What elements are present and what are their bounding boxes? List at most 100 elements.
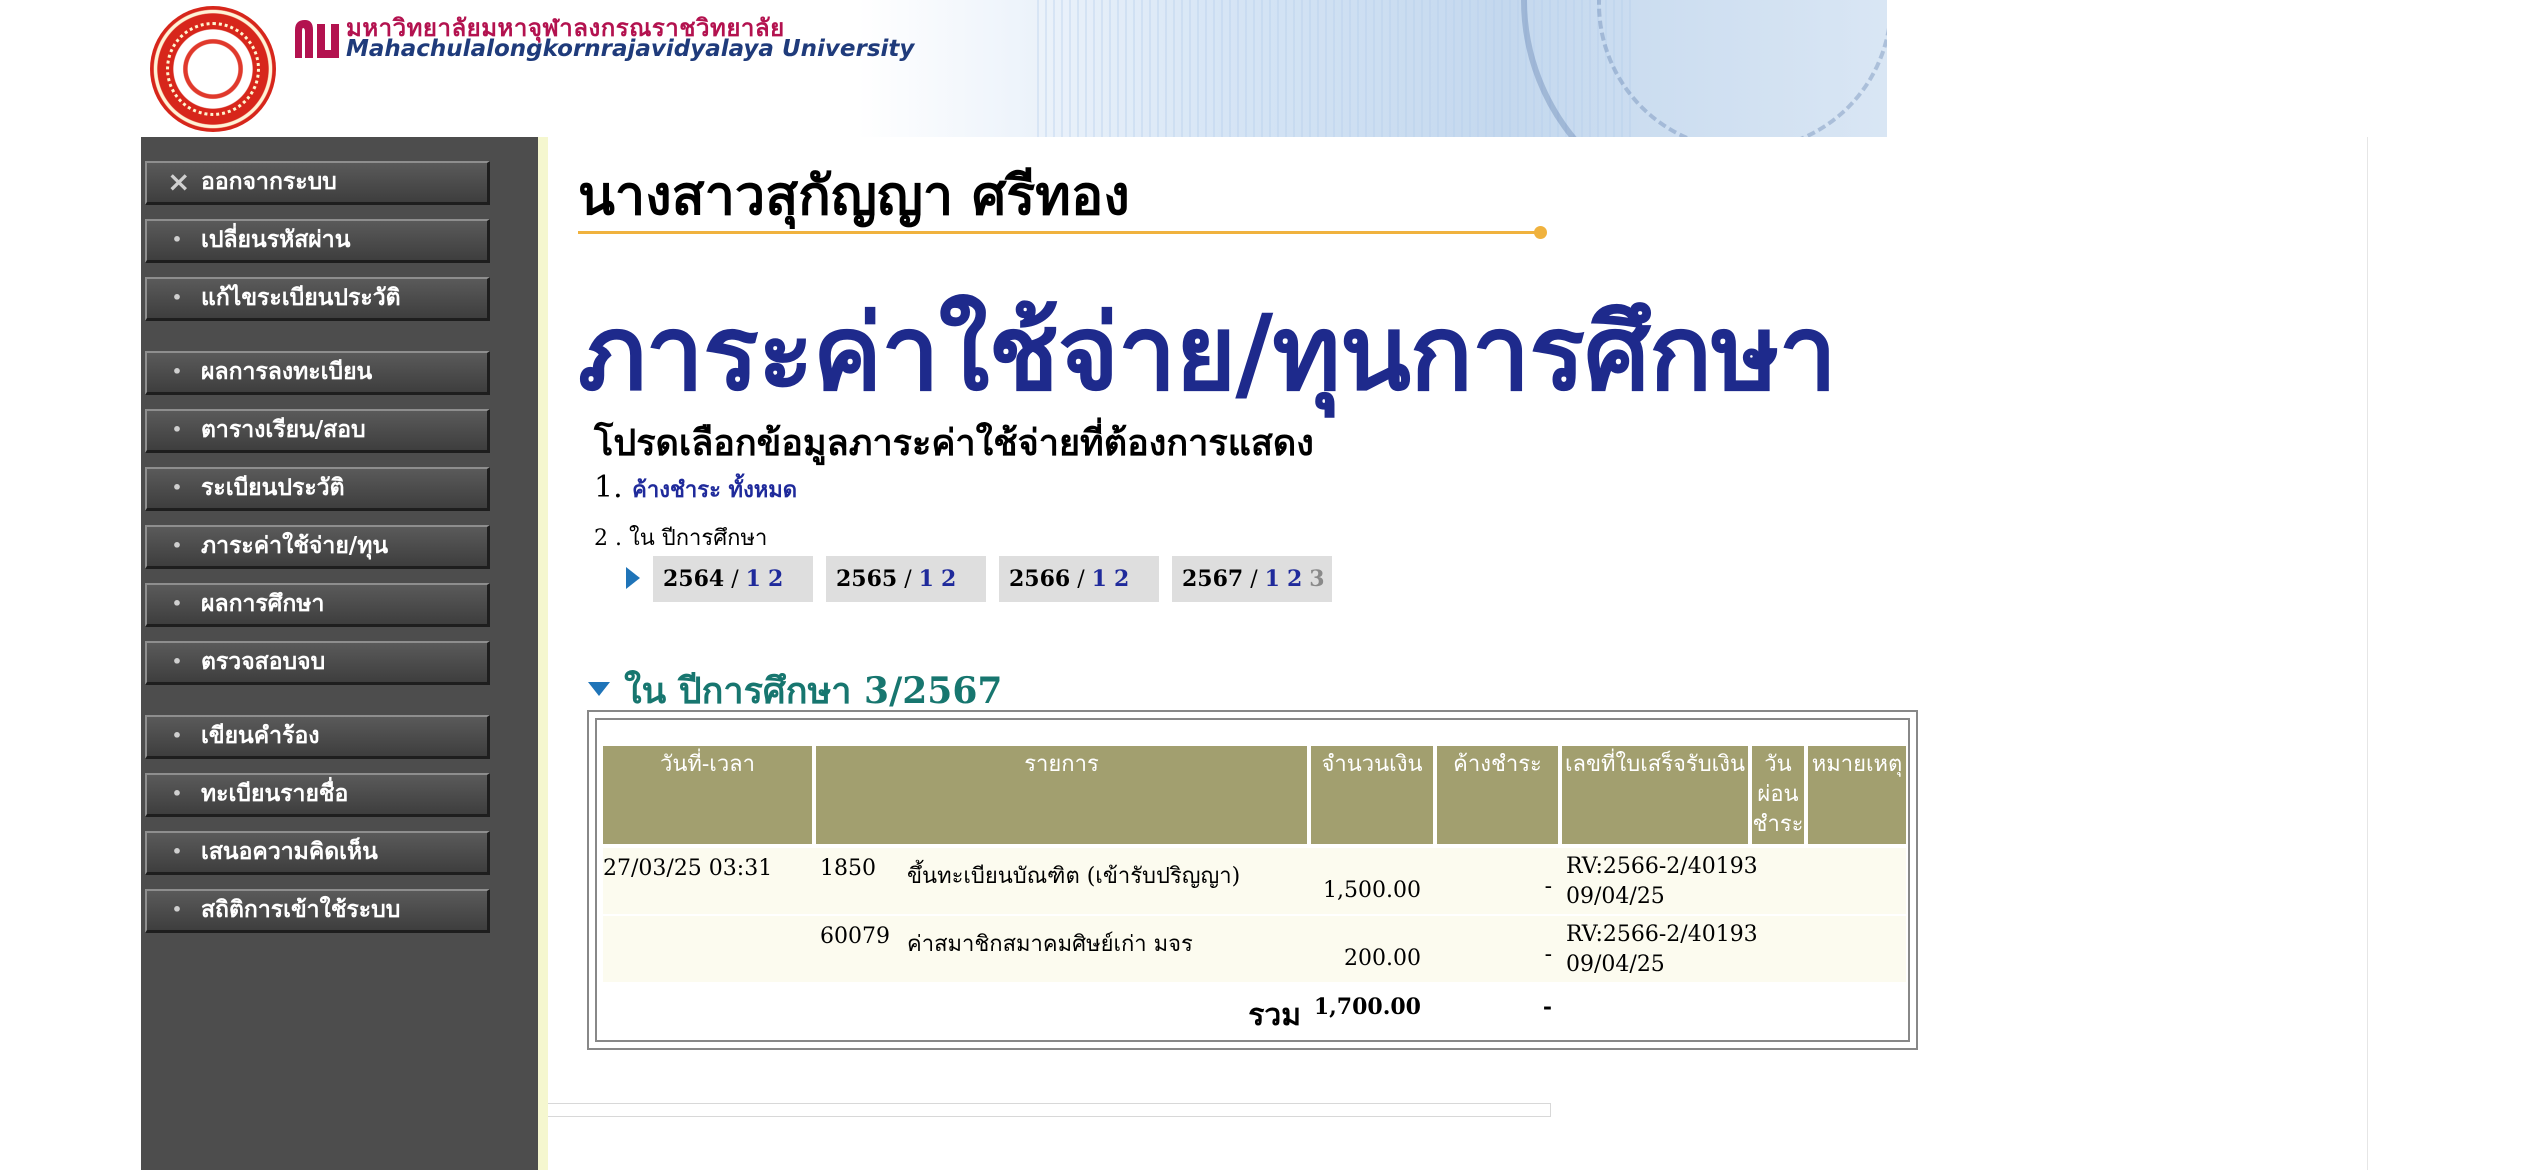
student-name: นางสาวสุกัญญา ศรีทอง — [578, 164, 1130, 227]
sidebar-item-label: แก้ไขระเบียนประวัติ — [201, 285, 401, 311]
bullet-icon: • — [171, 784, 183, 803]
expand-arrow-icon — [588, 682, 610, 696]
header-note: หมายเหตุ — [1808, 746, 1906, 844]
header-installment-line-3: ชำระ — [1752, 812, 1804, 837]
selection-prompt: โปรดเลือกข้อมูลภาระค่าใช้จ่ายที่ต้องการแ… — [594, 423, 1314, 464]
bullet-icon: • — [171, 726, 183, 745]
emblem-watermark — [1521, 0, 1887, 137]
expense-table: วันที่-เวลา รายการ จำนวนเงิน ค้างชำระ เล… — [587, 710, 1918, 1050]
header-item: รายการ — [816, 746, 1307, 844]
row-2-amount: 200.00 — [1344, 946, 1421, 971]
sidebar-item-label: เขียนคำร้อง — [201, 723, 320, 749]
term-link-2[interactable]: 2 — [1287, 566, 1302, 592]
year-separator: / — [1077, 567, 1085, 592]
bullet-icon: • — [171, 594, 183, 613]
row-1-description: ขึ้นทะเบียนบัณฑิต (เข้ารับปริญญา) — [907, 864, 1241, 889]
all-outstanding-link[interactable]: ค้างชำระ ทั้งหมด — [632, 478, 797, 503]
row-2-receipt-number: RV:2566-2/40193 — [1566, 922, 1758, 947]
bullet-icon: • — [171, 478, 183, 497]
sidebar-item-student-record[interactable]: • ระเบียนประวัติ — [145, 467, 490, 511]
sidebar-item-timetable[interactable]: • ตารางเรียน/สอบ — [145, 409, 490, 453]
year-label: 2565 — [836, 566, 898, 592]
bullet-icon: • — [171, 230, 183, 249]
row-2-description: ค่าสมาชิกสมาคมศิษย์เก่า มจร — [907, 932, 1193, 957]
sidebar-item-petition[interactable]: • เขียนคำร้อง — [145, 715, 490, 759]
sidebar-menu: × ออกจากระบบ • เปลี่ยนรหัสผ่าน • แก้ไขระ… — [141, 137, 538, 1170]
total-outstanding: - — [1542, 994, 1552, 1020]
sidebar-item-registration-result[interactable]: • ผลการลงทะเบียน — [145, 351, 490, 395]
total-amount: 1,700.00 — [1313, 994, 1421, 1020]
year-label: 2566 — [1009, 566, 1071, 592]
term-current-3: 3 — [1309, 566, 1325, 592]
term-link-1[interactable]: 1 — [1092, 566, 1107, 592]
sidebar-item-expenses[interactable]: • ภาระค่าใช้จ่าย/ทุน — [145, 525, 490, 569]
year-selector-2565: 2565 / 1 2 — [826, 556, 986, 602]
sidebar-item-grades[interactable]: • ผลการศึกษา — [145, 583, 490, 627]
term-link-2[interactable]: 2 — [941, 566, 956, 592]
university-name-english: Mahachulalongkornrajavidyalaya Universit… — [346, 36, 915, 62]
content-left-border — [538, 137, 548, 1170]
sidebar-item-change-password[interactable]: • เปลี่ยนรหัสผ่าน — [145, 219, 490, 263]
bullet-icon: • — [171, 420, 183, 439]
year-selector-2564: 2564 / 1 2 — [653, 556, 813, 602]
page-title: ภาระค่าใช้จ่าย/ทุนการศึกษา — [578, 292, 1837, 414]
bullet-icon: • — [171, 288, 183, 307]
university-seal-logo — [150, 6, 276, 132]
header-installment-line-2: ผ่อน — [1757, 782, 1799, 807]
divider-dot — [1534, 226, 1547, 239]
sidebar-item-usage-stats[interactable]: • สถิติการเข้าใช้ระบบ — [145, 889, 490, 933]
row-2-outstanding: - — [1544, 942, 1552, 967]
row-1-receipt-number: RV:2566-2/40193 — [1566, 854, 1758, 879]
sidebar-item-label: ตารางเรียน/สอบ — [201, 417, 366, 443]
sidebar-item-label: ผลการลงทะเบียน — [201, 359, 373, 385]
row-1-receipt-date: 09/04/25 — [1566, 884, 1665, 909]
play-arrow-icon — [626, 567, 640, 589]
year-selector-2567: 2567 / 1 2 3 — [1172, 556, 1332, 602]
year-label: 2567 — [1182, 566, 1244, 592]
year-separator: / — [904, 567, 912, 592]
footer-divider — [548, 1103, 1551, 1117]
term-link-2[interactable]: 2 — [1114, 566, 1129, 592]
bullet-icon: • — [171, 362, 183, 381]
expense-table-frame: วันที่-เวลา รายการ จำนวนเงิน ค้างชำระ เล… — [595, 718, 1910, 1042]
row-1-outstanding: - — [1544, 874, 1552, 899]
header-installment-line-1: วัน — [1764, 752, 1792, 777]
sidebar-item-label: ตรวจสอบจบ — [201, 649, 326, 675]
row-2-receipt-date: 09/04/25 — [1566, 952, 1665, 977]
sidebar-item-feedback[interactable]: • เสนอความคิดเห็น — [145, 831, 490, 875]
sidebar-item-label: ทะเบียนรายชื่อ — [201, 781, 349, 807]
bullet-icon: • — [171, 842, 183, 861]
sidebar-item-graduation-check[interactable]: • ตรวจสอบจบ — [145, 641, 490, 685]
header-installment-day: วัน ผ่อน ชำระ — [1752, 746, 1804, 844]
row-1-code: 1850 — [820, 856, 876, 881]
row-2-code: 60079 — [820, 924, 890, 949]
total-label: รวม — [1248, 998, 1301, 1033]
sidebar-item-label: เปลี่ยนรหัสผ่าน — [201, 227, 351, 253]
term-link-1[interactable]: 1 — [1265, 566, 1280, 592]
term-link-1[interactable]: 1 — [746, 566, 761, 592]
sidebar-item-label: เสนอความคิดเห็น — [201, 839, 378, 865]
bullet-icon: • — [171, 652, 183, 671]
bullet-icon: • — [171, 536, 183, 555]
sidebar-item-label: ผลการศึกษา — [201, 591, 325, 617]
sidebar-item-label: สถิติการเข้าใช้ระบบ — [201, 897, 401, 923]
sidebar-item-label: ภาระค่าใช้จ่าย/ทุน — [201, 533, 389, 559]
sidebar-item-edit-profile[interactable]: • แก้ไขระเบียนประวัติ — [145, 277, 490, 321]
divider-line — [578, 231, 1543, 234]
option-number: 1. — [594, 470, 623, 505]
term-link-1[interactable]: 1 — [919, 566, 934, 592]
header-banner: มหาวิทยาลัยมหาจุฬาลงกรณราชวิทยาลัย Mahac… — [141, 0, 1887, 137]
sidebar-item-logout[interactable]: × ออกจากระบบ — [145, 161, 490, 205]
section-heading-text: ใน ปีการศึกษา 3/2567 — [624, 670, 1003, 712]
year-selector-2566: 2566 / 1 2 — [999, 556, 1159, 602]
term-link-2[interactable]: 2 — [768, 566, 783, 592]
sidebar-item-label: ออกจากระบบ — [201, 169, 337, 195]
sidebar-item-label: ระเบียนประวัติ — [201, 475, 345, 501]
sidebar-item-name-registry[interactable]: • ทะเบียนรายชื่อ — [145, 773, 490, 817]
header-amount: จำนวนเงิน — [1311, 746, 1433, 844]
year-label: 2564 — [663, 566, 725, 592]
year-separator: / — [731, 567, 739, 592]
option-all-outstanding: 1. ค้างชำระ ทั้งหมด — [594, 470, 797, 507]
option-by-year-label: 2 . ใน ปีการศึกษา — [594, 526, 768, 551]
university-mark-logo — [295, 20, 339, 58]
